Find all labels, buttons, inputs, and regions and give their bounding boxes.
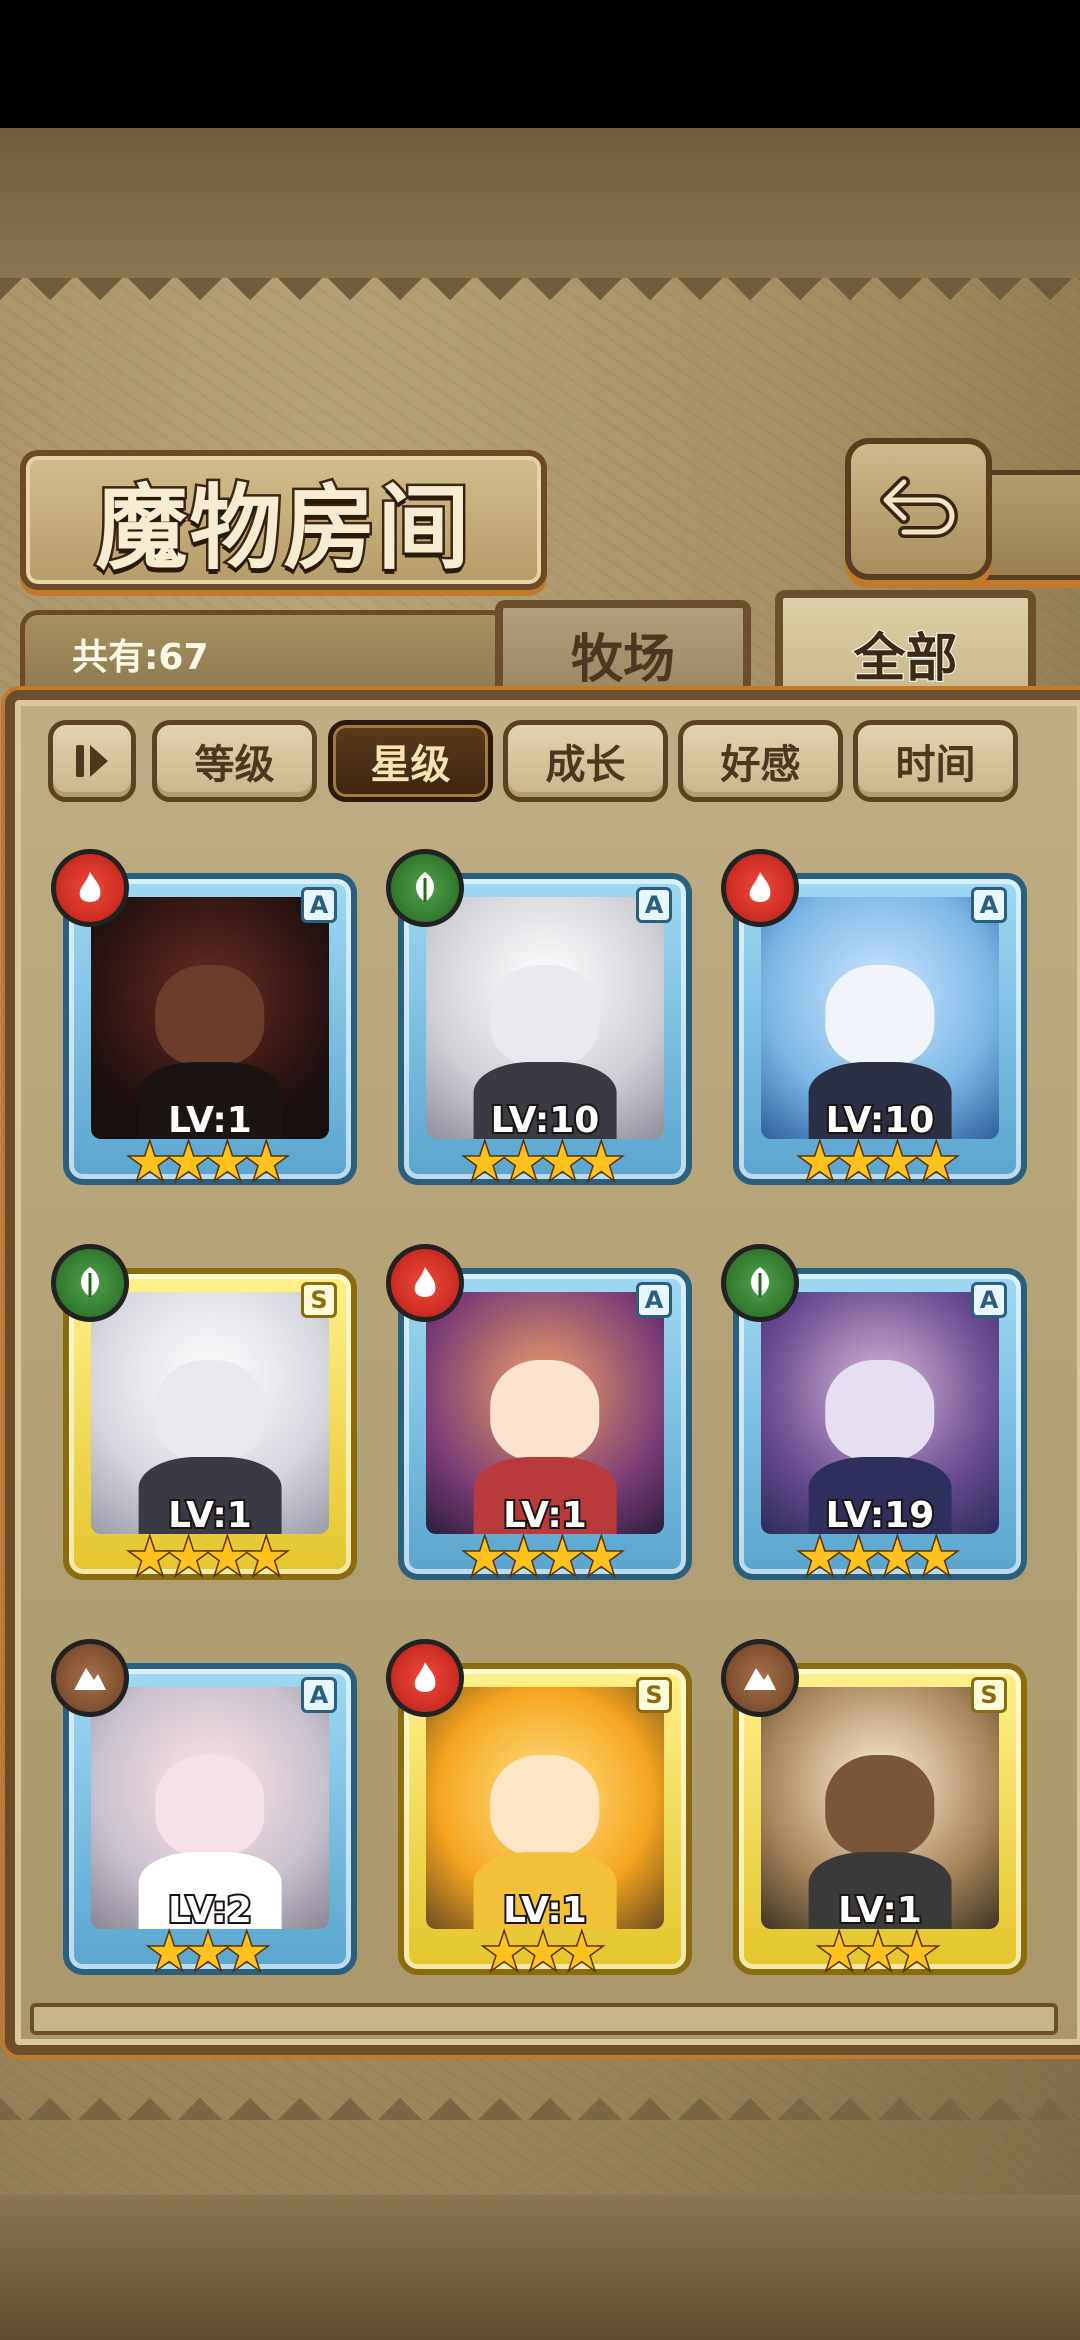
- page-title: 魔物房间: [93, 471, 472, 584]
- zigzag-border-top: [0, 278, 1080, 318]
- portrait-head: [155, 1359, 265, 1462]
- sort-button-label: 好感: [720, 742, 801, 788]
- rank-badge: A: [301, 887, 337, 923]
- portrait-head: [825, 964, 935, 1067]
- sort-button-label: 时间: [895, 742, 976, 788]
- page-title-plate: 魔物房间: [20, 450, 547, 590]
- sort-button-stars[interactable]: 星级: [328, 720, 493, 802]
- rank-badge: A: [636, 887, 672, 923]
- zigzag-border-bottom: [0, 2080, 1080, 2120]
- sort-order-icon: [76, 745, 108, 777]
- monster-card[interactable]: S LV:1 ★★★: [715, 1625, 1035, 1995]
- monster-card[interactable]: S LV:1 ★★★: [380, 1625, 700, 1995]
- star-rating: ★★★: [480, 1922, 605, 1983]
- portrait-head: [155, 964, 265, 1067]
- star-rating: ★★★★: [126, 1527, 290, 1588]
- star-rating: ★★★: [145, 1922, 270, 1983]
- star-rating: ★★★★: [796, 1132, 960, 1193]
- leaf-element-icon: [51, 1244, 129, 1322]
- portrait-head: [825, 1359, 935, 1462]
- sort-button-label: 成长: [545, 742, 626, 788]
- earth-element-icon: [721, 1639, 799, 1717]
- rank-badge: A: [971, 1282, 1007, 1318]
- sort-button-level[interactable]: 等级: [152, 720, 317, 802]
- bottom-map-band: [0, 2195, 1080, 2340]
- monster-card[interactable]: A LV:19 ★★★★: [715, 1230, 1035, 1610]
- portrait-head: [155, 1754, 265, 1857]
- monster-card[interactable]: A LV:10 ★★★★: [715, 835, 1035, 1215]
- sort-button-affinity[interactable]: 好感: [678, 720, 843, 802]
- rank-badge: S: [301, 1282, 337, 1318]
- portrait-head: [490, 1754, 600, 1857]
- tab-all-label: 全部: [852, 628, 958, 690]
- rank-badge: A: [301, 1677, 337, 1713]
- panel-bottom-bar: [30, 2003, 1058, 2035]
- monster-card[interactable]: A LV:10 ★★★★: [380, 835, 700, 1215]
- portrait-head: [490, 1359, 600, 1462]
- monster-grid: A LV:1 ★★★★ A LV:10 ★★★★ A LV:10 ★★★★ S …: [25, 805, 1055, 1995]
- star-rating: ★★★★: [461, 1132, 625, 1193]
- star-rating: ★★★: [815, 1922, 940, 1983]
- sort-button-time[interactable]: 时间: [853, 720, 1018, 802]
- portrait-head: [490, 964, 600, 1067]
- monster-count: 共有:67: [72, 637, 209, 678]
- rank-badge: S: [636, 1677, 672, 1713]
- star-rating: ★★★★: [126, 1132, 290, 1193]
- star-rating: ★★★★: [796, 1527, 960, 1588]
- tab-pasture-label: 牧场: [570, 629, 675, 690]
- sort-button-growth[interactable]: 成长: [503, 720, 668, 802]
- fire-element-icon: [386, 1244, 464, 1322]
- monster-card[interactable]: A LV:1 ★★★★: [380, 1230, 700, 1610]
- leaf-element-icon: [386, 849, 464, 927]
- fire-element-icon: [721, 849, 799, 927]
- sort-button-label: 星级: [370, 742, 451, 788]
- fire-element-icon: [386, 1639, 464, 1717]
- top-map-band: [0, 128, 1080, 278]
- tab-pasture[interactable]: 牧场: [495, 600, 751, 700]
- fire-element-icon: [51, 849, 129, 927]
- sort-toolbar: 等级 星级 成长 好感 时间: [0, 720, 1080, 802]
- earth-element-icon: [51, 1639, 129, 1717]
- rank-badge: A: [636, 1282, 672, 1318]
- monster-card[interactable]: A LV:2 ★★★: [45, 1625, 365, 1995]
- portrait-head: [825, 1754, 935, 1857]
- sort-button-label: 等级: [194, 742, 275, 788]
- rank-badge: A: [971, 887, 1007, 923]
- leaf-element-icon: [721, 1244, 799, 1322]
- sort-order-toggle[interactable]: [48, 720, 136, 802]
- star-rating: ★★★★: [461, 1527, 625, 1588]
- rank-badge: S: [971, 1677, 1007, 1713]
- back-button[interactable]: [845, 438, 992, 580]
- return-arrow-icon: [879, 476, 958, 538]
- monster-card[interactable]: A LV:1 ★★★★: [45, 835, 365, 1215]
- monster-card[interactable]: S LV:1 ★★★★: [45, 1230, 365, 1610]
